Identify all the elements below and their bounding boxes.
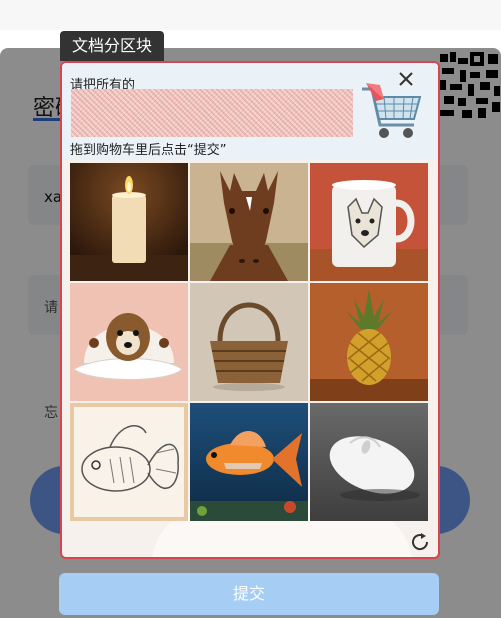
close-icon[interactable] bbox=[398, 71, 414, 87]
refresh-icon[interactable] bbox=[409, 531, 431, 553]
captcha-image-fish-drawing[interactable] bbox=[70, 403, 188, 521]
captcha-image-dog-cap[interactable] bbox=[70, 283, 188, 401]
captcha-dialog: 请把所有的 拖到购物车里后点击“提交” bbox=[60, 61, 440, 559]
section-label: 文档分区块 bbox=[60, 31, 165, 61]
captcha-image-candle[interactable] bbox=[70, 163, 188, 281]
captcha-image-horse[interactable] bbox=[190, 163, 308, 281]
captcha-image-basket[interactable] bbox=[190, 283, 308, 401]
captcha-target-noise-image bbox=[71, 89, 353, 137]
captcha-image-dog-mug[interactable] bbox=[310, 163, 428, 281]
captcha-image-goldfish[interactable] bbox=[190, 403, 308, 521]
captcha-image-mouse[interactable] bbox=[310, 403, 428, 521]
captcha-image-grid bbox=[70, 163, 430, 523]
captcha-image-pineapple[interactable] bbox=[310, 283, 428, 401]
captcha-instruction-suffix: 拖到购物车里后点击“提交” bbox=[70, 143, 227, 158]
shopping-cart-icon[interactable] bbox=[358, 79, 424, 149]
top-bar bbox=[0, 0, 501, 30]
submit-button[interactable]: 提交 bbox=[59, 573, 439, 615]
